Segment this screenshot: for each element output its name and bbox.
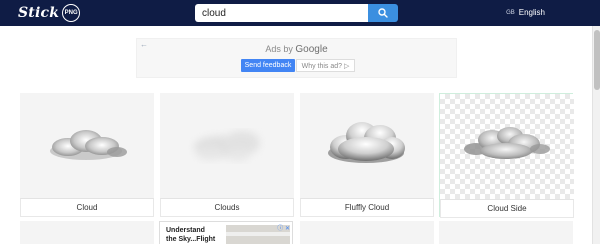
cloud-side-thumbnail[interactable] (440, 94, 574, 199)
inline-ad-line2: the Sky...Flight (166, 236, 216, 243)
image-card-partial[interactable] (439, 221, 573, 244)
card-label[interactable]: Clouds (160, 198, 294, 217)
clouds-thumbnail[interactable] (160, 93, 294, 198)
search-input[interactable] (195, 4, 368, 22)
inline-ad-text: Understand the Sky...Flight (166, 226, 215, 244)
logo-badge: PNG (62, 4, 81, 22)
image-card[interactable]: Cloud Side (439, 93, 574, 218)
inline-ad-image-highlight (226, 232, 290, 236)
card-label[interactable]: Fluffly Cloud (300, 198, 434, 217)
ads-by-google: Ads by Google (137, 44, 456, 55)
card-label[interactable]: Cloud (20, 198, 154, 217)
search-icon (378, 8, 388, 18)
image-card[interactable]: Fluffly Cloud (300, 93, 434, 217)
inline-ad[interactable]: Understand the Sky...Flight ⓘ ✕ (159, 221, 293, 244)
image-card-partial[interactable] (20, 221, 154, 244)
ad-banner: ← Ads by Google Send feedback Why this a… (136, 38, 457, 78)
site-logo[interactable]: Stick PNG (18, 3, 81, 23)
top-navbar: Stick PNG GB English (0, 0, 600, 26)
ad-choices-icon[interactable]: ⓘ ✕ (277, 223, 290, 232)
image-card[interactable]: Clouds (160, 93, 294, 217)
cloud-image (50, 130, 127, 160)
fluffly-cloud-image (328, 122, 405, 163)
card-label[interactable]: Cloud Side (440, 199, 574, 218)
ads-by-label: Ads by (265, 44, 293, 54)
flag-icon: GB (506, 9, 515, 16)
cloud-thumbnail[interactable] (20, 93, 154, 198)
page: Stick PNG GB English ← Ads by Google Se (0, 0, 600, 244)
google-label: Google (295, 44, 328, 55)
cloud-side-image (464, 127, 550, 159)
clouds-image (194, 131, 260, 161)
scrollbar-thumb[interactable] (594, 30, 600, 90)
logo-text: Stick (18, 5, 60, 21)
fluffly-cloud-thumbnail[interactable] (300, 93, 434, 198)
why-this-ad-button[interactable]: Why this ad? ▷ (296, 59, 355, 72)
inline-ad-line1: Understand (166, 227, 205, 234)
language-selector[interactable]: GB English (506, 8, 545, 17)
image-card[interactable]: Cloud (20, 93, 154, 217)
search-bar (195, 4, 398, 22)
scrollbar[interactable] (592, 26, 600, 244)
language-label: English (518, 8, 545, 17)
image-card-partial[interactable] (300, 221, 434, 244)
search-button[interactable] (368, 4, 398, 22)
send-feedback-button[interactable]: Send feedback (241, 59, 295, 72)
